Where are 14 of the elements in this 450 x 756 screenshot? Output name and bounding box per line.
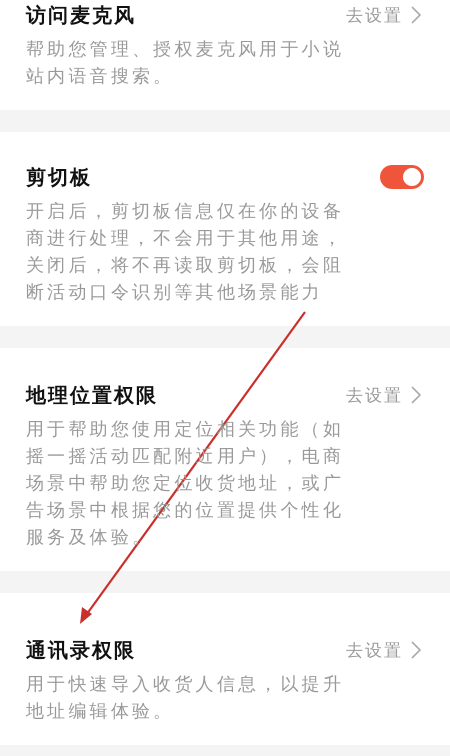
permission-title: 访问麦克风 xyxy=(26,2,136,28)
settings-link[interactable]: 去设置 xyxy=(346,384,424,406)
permission-description: 开启后，剪切板信息仅在你的设备商进行处理，不会用于其他用途，关闭后，将不再读取剪切板，会阻断活动口令识别等其他场景能力 xyxy=(26,200,345,305)
permission-title: 地理位置权限 xyxy=(26,382,158,408)
chevron-icon xyxy=(411,641,421,659)
settings-link[interactable]: 去设置 xyxy=(346,638,424,662)
permission-description: 帮助您管理、授权麦克风用于小说站内语音搜索。 xyxy=(26,38,345,89)
permission-title: 剪切板 xyxy=(26,164,92,190)
chevron-icon xyxy=(411,386,421,404)
settings-link[interactable]: 去设置 xyxy=(346,4,424,26)
permission-title: 通讯录权限 xyxy=(26,636,136,664)
toggle-switch[interactable] xyxy=(380,165,424,189)
chevron-icon xyxy=(411,6,421,24)
permission-description: 用于快速导入收货人信息，以提升地址编辑体验。 xyxy=(26,673,345,724)
